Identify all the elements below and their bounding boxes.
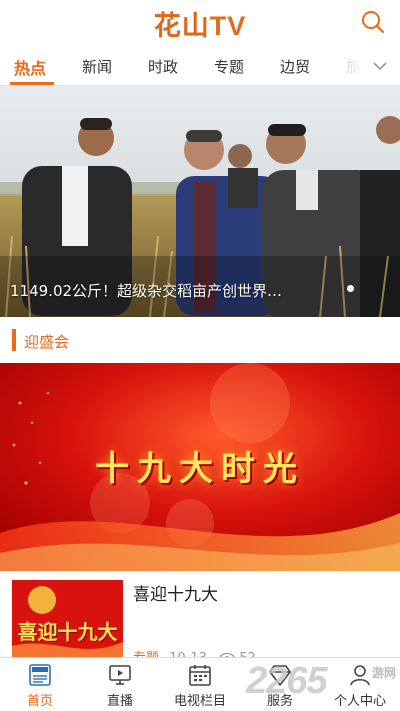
hero-caption: 1149.02公斤！超级杂交稻亩产创世界… [10,282,283,300]
tab-fade [338,47,368,85]
watermark-text: 游网 [371,666,396,680]
tabs-more-button[interactable] [372,58,388,74]
nav-tv-programs[interactable]: 电视栏目 [160,658,240,711]
watermark-number: 2265 [246,660,328,702]
chevron-down-icon [373,62,387,71]
calendar-icon [189,665,211,686]
tv-monitor-icon [109,665,131,685]
article-item[interactable]: 喜迎十九大 喜迎十九大 专题 10-13 52 [0,571,400,666]
thumbnail-text: 喜迎十九大 [17,620,118,644]
hero-banner[interactable]: 1149.02公斤！超级杂交稻亩产创世界… [0,86,400,317]
watermark: 2265 游网 [246,660,396,704]
article-title: 喜迎十九大 [133,585,218,605]
tab-border-trade[interactable]: 边贸 [280,56,310,77]
nav-home-label: 首页 [26,694,53,709]
nav-tv-programs-label: 电视栏目 [173,694,226,709]
tab-politics[interactable]: 时政 [148,56,178,77]
active-tab-indicator [10,82,54,85]
tab-news[interactable]: 新闻 [82,56,112,77]
logo-text: 花山 [153,11,210,42]
feature-title: 十九大时光 [95,449,305,489]
search-button[interactable] [360,9,386,35]
tab-hot[interactable]: 热点 [14,55,46,79]
category-tabs: 热点 新闻 时政 专题 边贸 旅 [0,46,400,86]
app-logo: 花山TV [0,4,400,43]
section-title: 迎盛会 [24,333,70,351]
article-thumbnail: 喜迎十九大 [12,580,123,664]
logo-tv-text: TV [209,11,247,41]
nav-live-label: 直播 [106,694,133,709]
nav-home[interactable]: 首页 [0,658,80,711]
nav-live[interactable]: 直播 [80,658,160,711]
search-icon [362,11,385,34]
carousel-dot[interactable] [347,285,354,292]
tab-special[interactable]: 专题 [214,56,244,77]
section-accent-bar [12,329,16,351]
app-header: 花山TV [0,0,400,46]
feature-banner[interactable]: 十九大时光 [0,363,400,571]
news-icon [29,664,51,686]
section-header: 迎盛会 [0,317,400,363]
